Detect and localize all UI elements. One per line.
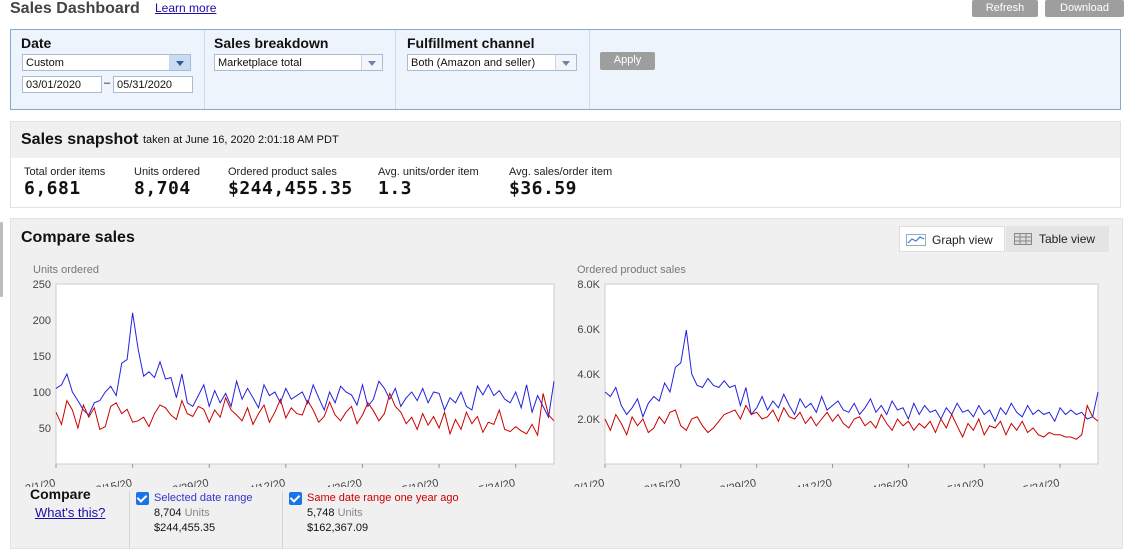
x-tick-label: 3/15/20 [95, 477, 133, 487]
snapshot-timestamp: taken at June 16, 2020 2:01:18 AM PDT [143, 134, 339, 146]
y-tick-label: 6.0K [577, 324, 600, 336]
end-date-input[interactable]: 05/31/2020 [113, 76, 193, 93]
x-tick-label: 5/10/20 [401, 477, 439, 487]
fulfillment-channel-label: Fulfillment channel [407, 35, 535, 51]
table-view-toggle[interactable]: Table view [1006, 226, 1109, 252]
divider [129, 491, 130, 548]
x-tick-label: 3/15/20 [643, 477, 681, 487]
y-tick-label: 4.0K [577, 369, 600, 381]
divider [395, 30, 396, 109]
metric-value: $244,455.35 [228, 178, 353, 199]
whats-this-link[interactable]: What's this? [35, 505, 105, 520]
y-tick-label: 2.0K [577, 414, 600, 426]
date-range-value: Custom [26, 57, 64, 69]
compare-sales-title: Compare sales [21, 229, 135, 246]
y-tick-label: 250 [33, 279, 51, 291]
metric-ordered-product-sales: Ordered product sales $244,455.35 [228, 166, 353, 199]
selected-range-label: Selected date range [154, 492, 253, 504]
compare-sales-panel: Compare sales Graph view Table view Unit… [10, 218, 1123, 549]
previous-range-label: Same date range one year ago [307, 492, 459, 504]
previous-units-value: 5,748 [307, 507, 335, 519]
page-title: Sales Dashboard [10, 0, 140, 17]
fulfillment-channel-select[interactable]: Both (Amazon and seller) [407, 54, 577, 71]
y-tick-label: 100 [33, 387, 51, 399]
refresh-button[interactable]: Refresh [972, 0, 1038, 17]
previous-range-checkbox[interactable] [289, 492, 302, 505]
x-tick-label: 5/10/20 [946, 477, 984, 487]
sales-breakdown-select[interactable]: Marketplace total [214, 54, 383, 71]
selected-range-units: 8,704 Units [154, 507, 210, 519]
date-label: Date [21, 35, 52, 51]
metric-label: Total order items [24, 166, 106, 178]
metric-units-ordered: Units ordered 8,704 [134, 166, 200, 199]
x-tick-label: 3/1/20 [573, 477, 605, 487]
fulfillment-channel-value: Both (Amazon and seller) [411, 57, 536, 69]
start-date-input[interactable]: 03/01/2020 [22, 76, 102, 93]
plot-area [604, 283, 1099, 465]
chevron-down-icon[interactable] [169, 55, 190, 70]
x-tick-label: 3/29/20 [171, 477, 209, 487]
x-tick-label: 4/12/20 [248, 477, 286, 487]
graph-view-toggle[interactable]: Graph view [899, 226, 1005, 252]
y-tick-label: 8.0K [577, 279, 600, 291]
snapshot-metrics: Total order items 6,681 Units ordered 8,… [10, 158, 1121, 208]
line-chart-icon [906, 234, 926, 246]
metric-label: Units ordered [134, 166, 201, 178]
snapshot-header: Sales snapshot taken at June 16, 2020 2:… [10, 121, 1121, 159]
metric-value: 6,681 [24, 178, 81, 199]
graph-view-label: Graph view [932, 233, 993, 247]
chevron-down-icon[interactable] [361, 55, 382, 70]
sales-breakdown-value: Marketplace total [218, 57, 302, 69]
previous-range-sales: $162,367.09 [307, 522, 369, 534]
y-tick-label: 200 [33, 315, 51, 327]
metric-total-order-items: Total order items 6,681 [24, 166, 105, 199]
compare-charts: Units ordered 50 100 150 200 250 3/1/20 3/15/20… [24, 264, 1099, 487]
metric-label: Avg. sales/order item [509, 166, 613, 178]
y-tick-label: 50 [39, 423, 51, 435]
metric-value: 1.3 [378, 178, 413, 199]
selected-units-value: 8,704 [154, 507, 182, 519]
table-view-label: Table view [1039, 232, 1096, 246]
metric-label: Ordered product sales [228, 166, 337, 178]
scroll-handle[interactable] [0, 222, 3, 297]
chart-title: Ordered product sales [577, 264, 686, 276]
sales-breakdown-label: Sales breakdown [214, 35, 329, 51]
x-tick-label: 5/24/20 [1022, 477, 1060, 487]
apply-button[interactable]: Apply [600, 52, 655, 70]
selected-units-suffix: Units [184, 507, 210, 519]
divider [282, 491, 283, 548]
x-tick-label: 3/29/20 [719, 477, 757, 487]
metric-value: $36.59 [509, 178, 578, 199]
filter-panel: Date Custom 03/01/2020 – 05/31/2020 Sale… [10, 29, 1121, 110]
previous-units-suffix: Units [337, 507, 363, 519]
previous-range-units: 5,748 Units [307, 507, 363, 519]
date-separator: – [104, 77, 111, 89]
selected-range-checkbox[interactable] [136, 492, 149, 505]
date-range-select[interactable]: Custom [22, 54, 191, 71]
y-tick-label: 150 [33, 351, 51, 363]
table-icon [1014, 233, 1032, 245]
download-button[interactable]: Download [1045, 0, 1124, 17]
x-tick-label: 4/26/20 [325, 477, 363, 487]
x-tick-label: 4/26/20 [871, 477, 909, 487]
x-tick-label: 5/24/20 [478, 477, 516, 487]
snapshot-title: Sales snapshot [21, 131, 139, 148]
metric-avg-units-per-order-item: Avg. units/order item 1.3 [378, 166, 479, 199]
compare-label: Compare [30, 486, 91, 502]
divider [589, 30, 590, 109]
metric-avg-sales-per-order-item: Avg. sales/order item $36.59 [509, 166, 612, 199]
chevron-down-icon[interactable] [555, 55, 576, 70]
selected-range-sales: $244,455.35 [154, 522, 216, 534]
learn-more-link[interactable]: Learn more [155, 1, 216, 15]
x-tick-label: 4/12/20 [795, 477, 833, 487]
divider [204, 30, 205, 109]
metric-value: 8,704 [134, 178, 191, 199]
metric-label: Avg. units/order item [378, 166, 479, 178]
plot-area [55, 283, 555, 465]
chart-title: Units ordered [33, 264, 99, 276]
